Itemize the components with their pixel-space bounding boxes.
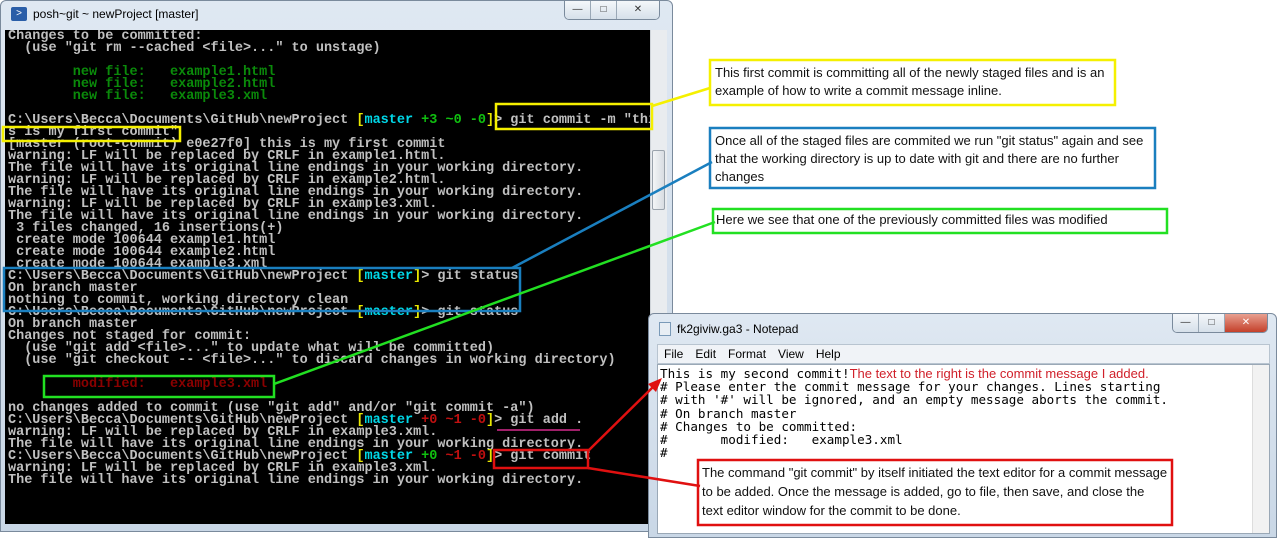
- notepad-title: fk2giviw.ga3 - Notepad: [677, 322, 799, 336]
- maximize-button[interactable]: □: [591, 1, 617, 19]
- console-segment: +3 ~0 -0: [413, 113, 486, 128]
- console-segment: master: [364, 305, 414, 320]
- console-segment: ]: [486, 413, 495, 428]
- menu-bar: File Edit Format View Help: [657, 344, 1270, 364]
- console-segment: > git status: [421, 305, 519, 320]
- notepad-close-button[interactable]: ✕: [1225, 314, 1267, 332]
- menu-view[interactable]: View: [778, 345, 804, 363]
- console-segment: > git add .: [494, 413, 584, 428]
- console-segment: master: [364, 269, 414, 284]
- yellow-annotation: This first commit is committing all of t…: [711, 61, 1115, 103]
- notepad-icon: [659, 322, 671, 336]
- notepad-scrollbar[interactable]: [1252, 365, 1269, 533]
- notepad-title-bar: fk2giviw.ga3 - Notepad: [659, 322, 798, 336]
- menu-edit[interactable]: Edit: [695, 345, 716, 363]
- notepad-maximize-button[interactable]: □: [1199, 314, 1225, 332]
- notepad-minimize-button[interactable]: —: [1173, 314, 1199, 332]
- console-segment: The file will have its original line end…: [8, 473, 584, 488]
- console-segment: (use "git checkout -- <file>..." to disc…: [8, 353, 616, 368]
- console-text: Changes to be committed: (use "git rm --…: [8, 30, 650, 488]
- notepad-window-controls: — □ ✕: [1172, 314, 1268, 333]
- console-segment: modified: example3.xml: [8, 377, 268, 392]
- powershell-icon: >: [11, 7, 27, 21]
- console-segment: master: [364, 113, 414, 128]
- commit-template: # Please enter the commit message for yo…: [660, 379, 1168, 461]
- menu-file[interactable]: File: [664, 345, 683, 363]
- console-line: new file: example3.xml: [8, 89, 650, 104]
- console-segment: (use "git rm --cached <file>..." to unst…: [8, 41, 381, 56]
- menu-format[interactable]: Format: [728, 345, 766, 363]
- minimize-button[interactable]: —: [565, 1, 591, 19]
- console-segment: ~1 -0: [445, 449, 486, 464]
- console-segment: ]: [486, 449, 495, 464]
- console-segment: ]: [486, 113, 495, 128]
- console-output[interactable]: Changes to be committed: (use "git rm --…: [5, 30, 650, 524]
- window-controls: — □ ✕: [564, 1, 660, 20]
- console-segment: ]: [413, 269, 422, 284]
- console-segment: > git commit: [494, 449, 592, 464]
- window-title: posh~git ~ newProject [master]: [33, 7, 199, 21]
- title-bar: > posh~git ~ newProject [master]: [11, 7, 198, 21]
- close-button[interactable]: ✕: [617, 1, 659, 19]
- console-line: (use "git rm --cached <file>..." to unst…: [8, 41, 650, 56]
- console-line: The file will have its original line end…: [8, 473, 650, 488]
- scrollbar-thumb[interactable]: [652, 150, 665, 210]
- console-segment: > git status: [421, 269, 519, 284]
- green-annotation: Here we see that one of the previously c…: [714, 209, 1167, 231]
- blue-annotation: Once all of the staged files are commite…: [711, 129, 1155, 189]
- console-segment: ]: [413, 305, 422, 320]
- console-line: (use "git checkout -- <file>..." to disc…: [8, 353, 650, 368]
- red-annotation: The command "git commit" by itself initi…: [700, 462, 1170, 521]
- console-line: modified: example3.xml: [8, 377, 650, 392]
- console-segment: new file: example3.xml: [8, 89, 268, 104]
- menu-help[interactable]: Help: [816, 345, 841, 363]
- console-segment: > git commit -m "thi: [494, 113, 650, 128]
